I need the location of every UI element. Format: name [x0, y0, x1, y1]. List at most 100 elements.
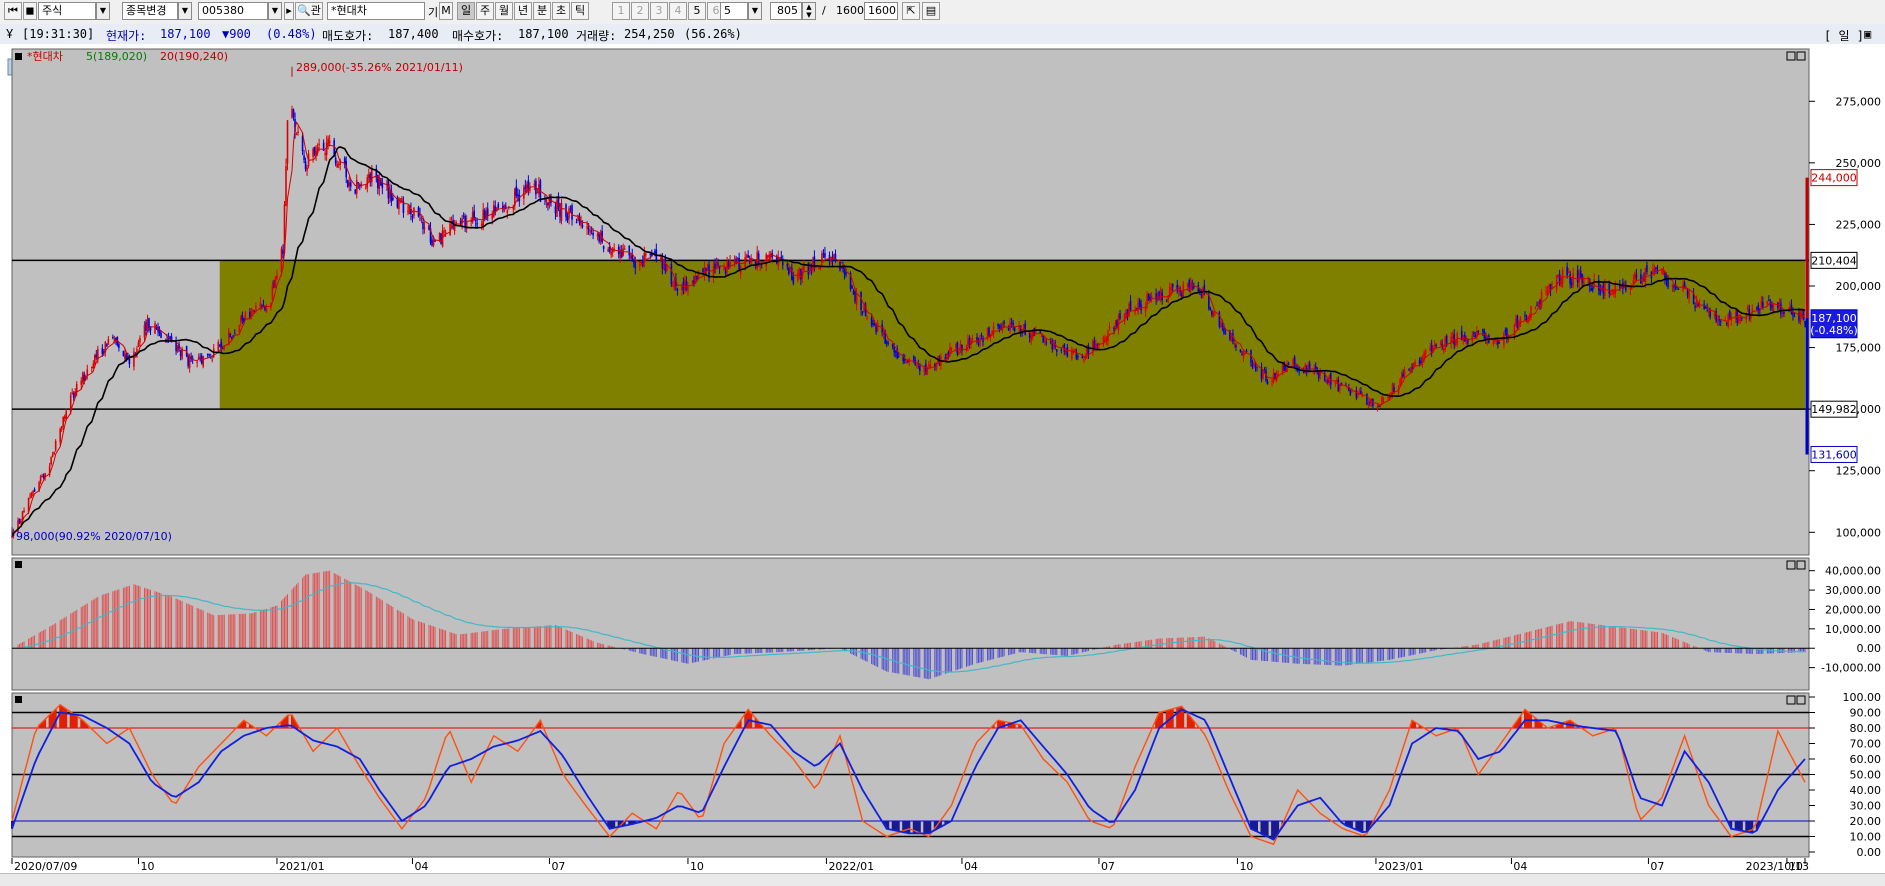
num-button-5[interactable]: 5: [688, 2, 706, 20]
candle-body: [280, 248, 283, 273]
interval-select[interactable]: 5: [720, 2, 748, 20]
candle-body: [1746, 306, 1749, 310]
change-dropdown-icon[interactable]: ▼: [178, 2, 192, 20]
candle-body: [65, 410, 67, 420]
candle-body: [638, 263, 641, 267]
candle-body: [1245, 350, 1248, 353]
candle-body: [1254, 364, 1257, 368]
candle-body: [684, 279, 686, 290]
candle-body: [641, 259, 644, 266]
annotation-label: 289,000(-35.26% 2021/01/11): [296, 61, 463, 74]
candle-body: [745, 255, 748, 257]
candle-body: [961, 344, 963, 351]
num-button-3[interactable]: 3: [650, 2, 668, 20]
candle-body: [1253, 361, 1255, 366]
stock-code-input[interactable]: 005380: [198, 2, 268, 20]
price-ytick-label: 100,000: [1836, 526, 1882, 539]
candle-body: [1451, 335, 1454, 339]
period-second-button[interactable]: 초: [552, 2, 570, 20]
period-tick-button[interactable]: 틱: [571, 2, 589, 20]
candle-body: [1212, 310, 1215, 317]
next-arrow-icon[interactable]: ▸: [284, 2, 294, 20]
candle-body: [411, 216, 414, 218]
stoch-ytick-label: 80.00: [1850, 722, 1882, 735]
price-panel-menu-icon[interactable]: [15, 53, 22, 60]
candle-body: [587, 227, 590, 230]
stoch-panel-menu-icon[interactable]: [15, 696, 22, 703]
candle-body: [824, 253, 826, 258]
candle-body: [318, 143, 320, 145]
market-dropdown-icon[interactable]: ▼: [96, 2, 110, 20]
change-select[interactable]: 종목변경: [122, 2, 178, 20]
candle-body: [143, 324, 146, 338]
restore-icon[interactable]: ▣: [1864, 27, 1871, 41]
num-button-2[interactable]: 2: [631, 2, 649, 20]
num-button-4[interactable]: 4: [669, 2, 687, 20]
candle-body: [39, 476, 42, 482]
horizontal-scrollbar[interactable]: [0, 873, 1885, 886]
candle-body: [598, 234, 600, 242]
candle-body: [1504, 329, 1507, 332]
count-spinner-icon[interactable]: ▲ ▼: [802, 2, 816, 20]
candle-body: [1578, 273, 1580, 284]
candle-body: [1424, 349, 1427, 355]
candle-body: [545, 199, 548, 202]
first-icon[interactable]: ⏮: [4, 2, 22, 20]
period-year-button[interactable]: 년: [514, 2, 532, 20]
save-icon[interactable]: ▤: [922, 2, 940, 20]
interval-dropdown-icon[interactable]: ▼: [748, 2, 762, 20]
candle-body: [580, 221, 582, 226]
pin-icon[interactable]: Ұ: [6, 27, 13, 41]
price-label: 현재가:: [106, 29, 147, 43]
candle-body: [1591, 287, 1594, 291]
candle-body: [1411, 367, 1413, 369]
candle-body: [282, 250, 284, 254]
candle-body: [1590, 288, 1593, 291]
window-icon[interactable]: ◼: [23, 2, 37, 20]
candle-body: [1367, 402, 1370, 406]
search-icon[interactable]: 🔍관: [295, 2, 323, 20]
candle-body: [133, 351, 135, 367]
x-tick-label: 04: [414, 860, 428, 873]
candle-body: [1211, 311, 1213, 315]
candle-body: [854, 291, 856, 302]
candle-body: [364, 187, 367, 189]
period-day-button[interactable]: 일: [457, 2, 475, 20]
side-label: 기: [428, 6, 439, 19]
quote-time: [19:31:30]: [22, 27, 95, 41]
candle-body: [1802, 309, 1805, 321]
candle-body: [1355, 390, 1358, 398]
candle-body: [967, 339, 969, 347]
stock-name-field[interactable]: *현대차: [327, 2, 425, 20]
candle-body: [1477, 331, 1480, 333]
candle-body: [304, 161, 307, 170]
price-panel: 289,000(-35.26% 2021/01/11) 98,000(90.92%…: [11, 48, 1810, 556]
candle-body: [1155, 293, 1157, 300]
candle-body: [1548, 284, 1550, 289]
macd-panel-menu-icon[interactable]: [15, 561, 22, 568]
bid-label: 매수호가:: [452, 29, 504, 43]
candle-body: [1203, 284, 1206, 292]
period-month-button[interactable]: 월: [495, 2, 513, 20]
num-button-1[interactable]: 1: [612, 2, 630, 20]
period-minute-button[interactable]: 분: [533, 2, 551, 20]
total-input[interactable]: 1600: [864, 2, 898, 20]
m-button[interactable]: M: [439, 2, 453, 20]
count-input[interactable]: 805: [770, 2, 802, 20]
bid-price: 187,100: [518, 27, 569, 41]
export-icon[interactable]: ⇱: [902, 2, 920, 20]
candle-body: [1677, 288, 1680, 290]
candle-body: [1751, 308, 1754, 311]
candle-body: [855, 293, 858, 305]
candle-body: [592, 232, 594, 236]
candle-body: [959, 343, 962, 351]
candle-body: [486, 208, 489, 217]
market-select[interactable]: 주식: [38, 2, 96, 20]
candle-body: [1694, 305, 1696, 308]
candle-body: [471, 212, 474, 223]
code-dropdown-icon[interactable]: ▼: [268, 2, 282, 20]
x-tick-label: 2021/01: [279, 860, 325, 873]
period-week-button[interactable]: 주: [476, 2, 494, 20]
candle-body: [1536, 304, 1538, 306]
candle-body: [1768, 299, 1770, 301]
